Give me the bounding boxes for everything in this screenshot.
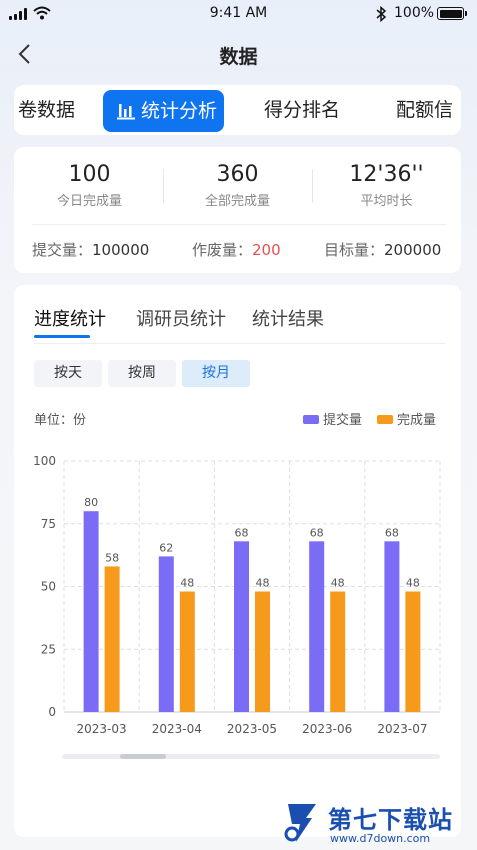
progress-bar-chart: 0 25 50 75 100 80 58 2023-03 62 48 2023-04 68 48 2023…	[33, 454, 441, 736]
stat-label: 平均时长	[360, 194, 413, 209]
data-label: 48	[256, 577, 270, 590]
stat-value: 12'36''	[349, 162, 424, 187]
target-count: 目标量：200000	[324, 239, 441, 260]
data-label: 48	[406, 577, 420, 590]
data-label: 48	[331, 577, 345, 590]
target-value: 200000	[384, 241, 442, 259]
tab-survey-data[interactable]: 卷数据	[18, 85, 75, 135]
data-label: 80	[84, 496, 98, 509]
tab-score-ranking[interactable]: 得分排名	[264, 85, 340, 135]
bar-submitted	[234, 541, 249, 712]
watermark-url: www.d7down.com	[330, 832, 431, 845]
tab-quota[interactable]: 配额信	[396, 85, 453, 135]
status-bar: 9:41 AM 100%	[0, 0, 477, 28]
data-label: 68	[310, 526, 324, 539]
submitted-count: 提交量：100000	[32, 239, 149, 260]
data-label: 58	[105, 551, 119, 564]
watermark-logo	[284, 804, 316, 842]
x-tick-label: 2023-06	[302, 722, 352, 736]
bluetooth-icon	[376, 6, 387, 22]
data-label: 48	[180, 577, 194, 590]
target-label: 目标量：	[324, 241, 385, 259]
bar-submitted	[384, 541, 400, 712]
data-label: 62	[159, 541, 173, 554]
data-label: 68	[385, 526, 399, 539]
chart-scrollbar-thumb[interactable]	[120, 754, 166, 759]
y-tick-label: 50	[41, 580, 56, 594]
x-tick-label: 2023-05	[227, 722, 277, 736]
page-title: 数据	[219, 46, 258, 68]
summary-card: 100 今日完成量 360 全部完成量 12'36'' 平均时长 提交量：100…	[14, 147, 461, 273]
y-tick-label: 0	[48, 705, 56, 719]
chart-scrollbar-track[interactable]	[62, 754, 440, 759]
bar-chart-icon	[117, 104, 135, 120]
y-tick-label: 100	[33, 454, 56, 468]
stat-value: 360	[216, 162, 259, 187]
y-tick-label: 75	[41, 517, 56, 531]
bar-submitted	[158, 556, 174, 712]
stat-label: 今日完成量	[56, 194, 122, 209]
watermark: 第七下载站 www.d7down.com	[282, 800, 472, 848]
battery-percent: 100%	[394, 5, 435, 21]
watermark-text: 第七下载站	[328, 806, 453, 834]
voided-label: 作废量：	[192, 241, 253, 259]
voided-count: 作废量：200	[192, 239, 281, 260]
battery-icon	[437, 7, 467, 20]
y-tick-label: 25	[41, 642, 56, 656]
tab-statistics-label: 统计分析	[141, 100, 218, 122]
stat-today: 100 今日完成量	[15, 162, 164, 209]
x-tick-label: 2023-04	[152, 722, 202, 736]
x-tick-label: 2023-03	[77, 722, 127, 736]
submitted-label: 提交量：	[32, 241, 93, 259]
tab-statistics[interactable]: 统计分析	[103, 90, 224, 132]
bar-completed	[330, 591, 346, 712]
bar-completed	[179, 591, 195, 712]
stat-total: 360 全部完成量	[163, 162, 312, 209]
bar-completed	[405, 591, 421, 712]
bar-submitted	[83, 511, 99, 712]
voided-value: 200	[252, 241, 281, 259]
bar-completed	[104, 566, 120, 712]
stat-average-duration: 12'36'' 平均时长	[312, 162, 461, 209]
data-label: 68	[235, 526, 249, 539]
statistics-card: 进度统计 调研员统计 统计结果 按天 按周 按月 单位：份 提交量 完成量 02…	[14, 285, 461, 837]
x-tick-label: 2023-07	[377, 722, 427, 736]
bar-submitted	[309, 541, 325, 712]
top-tab-bar: 卷数据 统计分析 得分排名 配额信	[14, 85, 461, 135]
stat-value: 100	[68, 162, 111, 187]
submitted-value: 100000	[92, 241, 150, 259]
stat-label: 全部完成量	[204, 194, 270, 209]
bar-completed	[255, 591, 270, 712]
